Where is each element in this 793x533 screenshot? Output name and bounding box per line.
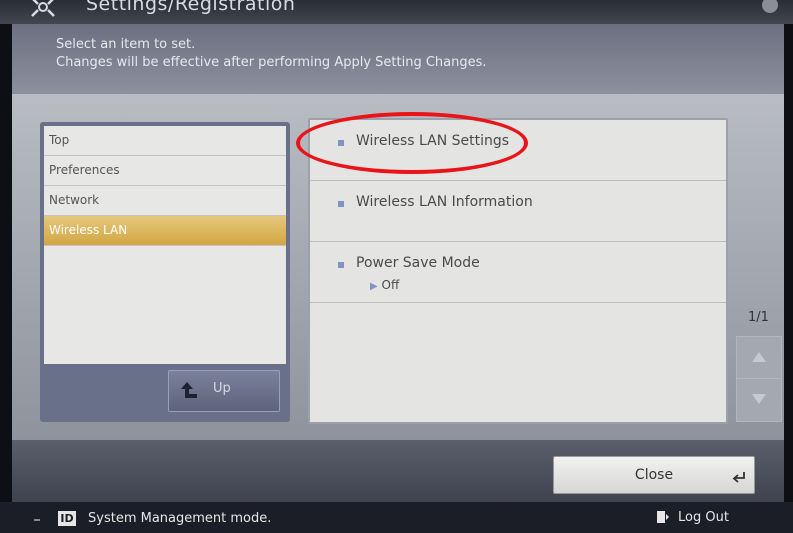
instruction-line-2: Changes will be effective after performi…: [56, 55, 487, 70]
up-arrow-icon: [181, 382, 197, 398]
page-title: Settings/Registration: [86, 0, 296, 15]
close-button[interactable]: Close: [553, 456, 755, 494]
up-button-label: Up: [213, 381, 231, 396]
settings-icon: [31, 0, 55, 17]
instructions-panel: Select an item to set. Changes will be e…: [12, 24, 784, 94]
id-icon: ID: [58, 511, 76, 526]
action-bar: Close: [12, 440, 784, 502]
setting-power-save-mode[interactable]: Power Save Mode ▶ Off: [310, 242, 726, 303]
nav-item-preferences[interactable]: Preferences: [44, 156, 286, 186]
category-nav: Top Preferences Network Wireless LAN Up: [40, 122, 290, 422]
setting-label: Wireless LAN Settings: [356, 133, 510, 149]
triangle-down-icon: [752, 394, 766, 404]
mode-text: System Management mode.: [88, 511, 272, 526]
bullet-icon: [338, 140, 344, 146]
setting-wireless-lan-information[interactable]: Wireless LAN Information: [310, 181, 726, 242]
title-bar: Settings/Registration: [0, 0, 793, 24]
bullet-icon: [338, 201, 344, 207]
setting-wireless-lan-settings[interactable]: Wireless LAN Settings: [296, 112, 726, 181]
nav-item-wireless-lan[interactable]: Wireless LAN: [44, 216, 286, 246]
logout-icon: [657, 511, 669, 523]
nav-item-top[interactable]: Top: [44, 126, 286, 156]
settings-list: Wireless LAN Settings Wireless LAN Infor…: [296, 112, 728, 424]
triangle-up-icon: [752, 352, 766, 362]
setting-value: ▶ Off: [370, 278, 399, 292]
scroll-up-button[interactable]: [736, 336, 782, 380]
setting-label: Power Save Mode: [356, 255, 480, 271]
close-button-label: Close: [634, 467, 674, 483]
logout-button[interactable]: Log Out: [656, 506, 746, 530]
gear-icon: [762, 0, 778, 13]
up-button[interactable]: Up: [168, 370, 280, 412]
nav-item-network[interactable]: Network: [44, 186, 286, 216]
status-bar: ID System Management mode. Log Out: [0, 502, 793, 533]
enter-icon: [732, 472, 745, 483]
value-pointer-icon: ▶: [370, 281, 378, 292]
main-content: Top Preferences Network Wireless LAN Up …: [12, 94, 784, 440]
page-indicator: 1/1: [748, 310, 769, 325]
scroll-down-button[interactable]: [736, 378, 782, 422]
category-list: Top Preferences Network Wireless LAN: [44, 126, 286, 364]
setting-label: Wireless LAN Information: [356, 194, 533, 210]
logout-label: Log Out: [678, 510, 729, 525]
bullet-icon: [338, 262, 344, 268]
power-save-value: Off: [381, 278, 400, 292]
instruction-line-1: Select an item to set.: [56, 37, 196, 52]
status-dash-icon: [34, 519, 40, 521]
